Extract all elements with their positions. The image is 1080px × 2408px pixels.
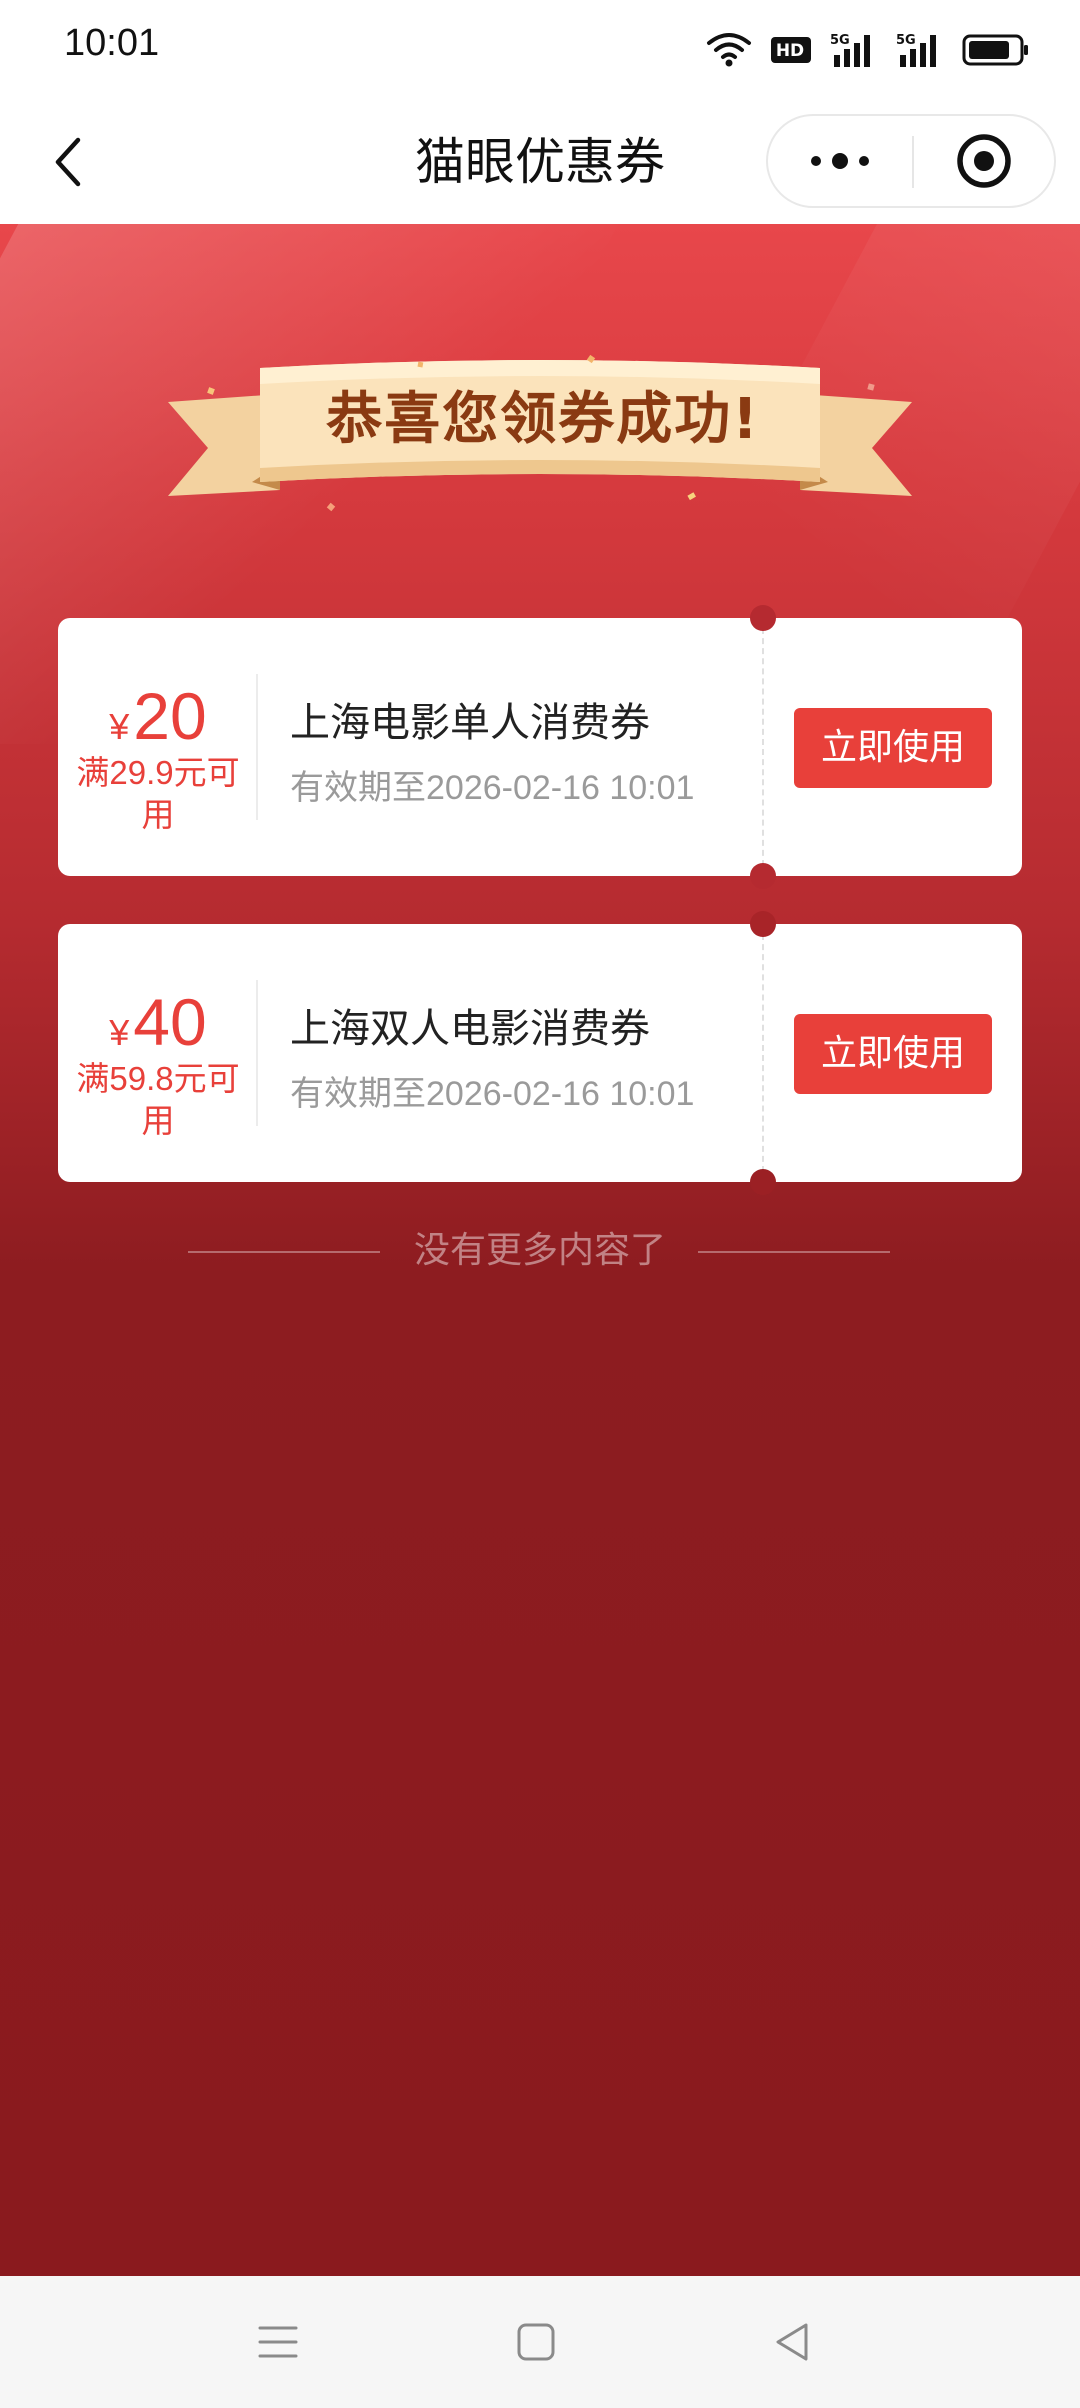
back-triangle-icon (776, 2323, 808, 2361)
more-button[interactable] (768, 116, 912, 206)
status-icons: HD 5G 5G (706, 28, 1030, 72)
coupon-divider (256, 980, 258, 1126)
svg-text:5G: 5G (896, 33, 916, 48)
success-banner: 恭喜您领券成功! (168, 344, 912, 524)
target-circle-icon (957, 134, 1011, 188)
home-button[interactable] (496, 2306, 576, 2378)
nav-bar: 猫眼优惠券 (0, 100, 1080, 224)
status-bar: 10:01 HD 5G 5G (0, 0, 1080, 100)
coupon-condition: 满29.9元可用 (76, 754, 240, 833)
svg-text:5G: 5G (830, 33, 850, 48)
system-back-button[interactable] (752, 2306, 832, 2378)
coupon-divider (256, 674, 258, 820)
coupon-amount-block: ¥ 20 满29.9元可用 (58, 618, 258, 876)
signal-5g-icon: 5G (896, 33, 936, 67)
status-time: 10:01 (64, 22, 160, 64)
end-of-list-text: 没有更多内容了 (413, 1230, 666, 1271)
more-dots-icon (811, 153, 869, 169)
divider-line (188, 1251, 380, 1253)
svg-text:HD: HD (776, 41, 804, 61)
banner-title: 恭喜您领券成功! (326, 387, 760, 452)
coupon-notch (750, 863, 776, 889)
mini-program-capsule (766, 114, 1056, 208)
divider-line (698, 1251, 890, 1253)
coupon-amount-line: ¥ 40 (58, 982, 258, 1062)
system-nav-bar (0, 2276, 1080, 2408)
coupon-notch (750, 1169, 776, 1195)
coupon-notch (750, 605, 776, 631)
use-now-button[interactable]: 立即使用 (794, 708, 992, 788)
coupon-card: ¥ 40 满59.8元可用 上海双人电影消费券 有效期至2026-02-16 1… (58, 911, 1022, 1195)
coupon-notch (750, 911, 776, 937)
coupon-title: 上海双人电影消费券 (290, 1006, 650, 1052)
battery-icon (962, 34, 1028, 66)
back-button[interactable] (36, 128, 100, 196)
coupon-perforation (762, 934, 764, 1172)
hd-icon: HD (771, 37, 811, 63)
coupon-condition: 满59.8元可用 (76, 1060, 240, 1139)
menu-icon (258, 2326, 298, 2358)
coupon-amount-block: ¥ 40 满59.8元可用 (58, 924, 258, 1182)
use-now-button[interactable]: 立即使用 (794, 1014, 992, 1094)
coupon-expiry: 有效期至2026-02-16 10:01 (290, 1075, 695, 1113)
coupon-amount: 40 (133, 985, 207, 1059)
coupon-amount: 20 (133, 679, 207, 753)
currency-symbol: ¥ (109, 706, 130, 747)
home-square-icon (517, 2323, 555, 2361)
coupon-expiry: 有效期至2026-02-16 10:01 (290, 769, 695, 807)
currency-symbol: ¥ (109, 1012, 130, 1053)
coupon-card: ¥ 20 满29.9元可用 上海电影单人消费券 有效期至2026-02-16 1… (58, 605, 1022, 889)
close-mini-program-button[interactable] (914, 116, 1054, 206)
coupon-amount-line: ¥ 20 (58, 676, 258, 756)
signal-5g-icon: 5G (830, 33, 870, 67)
wifi-icon (707, 33, 751, 67)
coupon-perforation (762, 628, 764, 866)
coupon-title: 上海电影单人消费券 (290, 700, 650, 746)
recent-apps-button[interactable] (238, 2306, 318, 2378)
coupon-page-body: 恭喜您领券成功! ¥ 20 满29.9元可用 上海电影单人消费券 有效期至202… (0, 224, 1080, 2276)
chevron-left-icon (55, 137, 81, 187)
end-of-list: 没有更多内容了 (0, 1226, 1080, 1276)
